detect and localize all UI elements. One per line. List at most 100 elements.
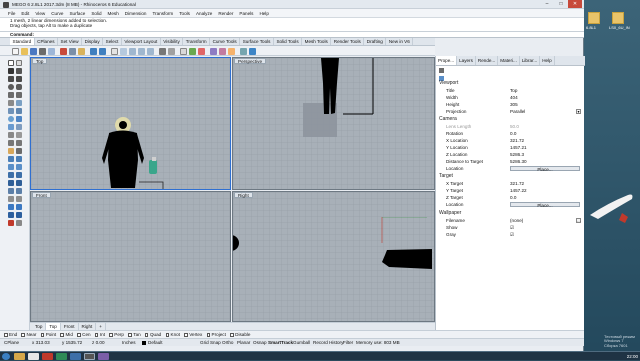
close-button[interactable]: ✕ <box>568 0 582 8</box>
copy-object-icon[interactable] <box>16 156 22 162</box>
prop-value-distance[interactable]: 5286.30 <box>510 158 527 165</box>
zoom-window-icon[interactable] <box>138 47 145 55</box>
panel-tab-rendering[interactable]: Rende... <box>476 56 499 65</box>
status-smarttrack[interactable]: SmartTrack <box>268 339 293 347</box>
prop-value-x-location[interactable]: 321.72 <box>510 137 524 144</box>
tab-solid-tools[interactable]: Solid Tools <box>274 38 303 45</box>
vptab-add[interactable]: + <box>96 323 106 330</box>
viewport-title-front[interactable]: Front <box>32 192 51 198</box>
tab-new-in-v6[interactable]: New in V6 <box>386 38 414 45</box>
status-planar[interactable]: Planar <box>237 339 250 347</box>
rectangle-icon[interactable] <box>8 92 14 98</box>
panel-tab-layers[interactable]: Layers <box>457 56 476 65</box>
checkbox[interactable] <box>184 333 188 337</box>
target-place-button[interactable]: Place... <box>510 201 580 207</box>
undo-icon[interactable] <box>90 47 97 55</box>
browser-taskbar-icon[interactable] <box>28 353 39 360</box>
layer-icon[interactable] <box>189 47 196 55</box>
wallpaper-show-checkbox[interactable]: ☑ <box>510 224 514 231</box>
tab-render-tools[interactable]: Render Tools <box>331 38 365 45</box>
chevron-down-icon[interactable]: ▾ <box>576 109 581 114</box>
options-icon[interactable] <box>240 47 247 55</box>
wallpaper-gray-checkbox[interactable]: ☑ <box>510 231 514 238</box>
tab-set-view[interactable]: Set View <box>58 38 83 45</box>
menu-panels[interactable]: Panels <box>236 9 256 18</box>
checkbox[interactable] <box>60 333 64 337</box>
tab-mesh-tools[interactable]: Mesh Tools <box>302 38 332 45</box>
menu-help[interactable]: Help <box>256 9 271 18</box>
tools-more-icon[interactable] <box>16 220 22 226</box>
save-icon[interactable] <box>30 47 37 55</box>
history-icon[interactable] <box>16 212 22 218</box>
viewport-top[interactable]: Top <box>30 57 231 190</box>
viewport-front[interactable]: Front <box>30 191 231 322</box>
flag-icon[interactable] <box>8 220 14 226</box>
tab-display[interactable]: Display <box>82 38 104 45</box>
maximize-button[interactable]: □ <box>554 0 568 8</box>
start-button-icon[interactable] <box>2 353 10 360</box>
lock-icon[interactable] <box>16 196 22 202</box>
point-icon[interactable] <box>8 68 14 74</box>
material-icon[interactable] <box>219 47 226 55</box>
viewport-perspective[interactable]: Perspective <box>232 57 435 190</box>
zoom-extents-icon[interactable] <box>147 47 154 55</box>
viewport-properties-icon[interactable] <box>439 68 444 73</box>
open-folder-icon[interactable] <box>21 47 28 55</box>
print-icon[interactable] <box>39 47 46 55</box>
block-icon[interactable] <box>16 188 22 194</box>
render-preview-icon[interactable] <box>8 188 14 194</box>
surface-icon[interactable] <box>16 100 22 106</box>
zoom-icon[interactable] <box>129 47 136 55</box>
move-icon[interactable] <box>8 156 14 162</box>
checkbox[interactable] <box>230 333 234 337</box>
four-view-icon[interactable] <box>159 47 166 55</box>
prop-value-y-location[interactable]: 1457.21 <box>510 144 527 151</box>
wallpaper-filename[interactable]: (none) <box>510 217 523 224</box>
tab-visibility[interactable]: Visibility <box>161 38 184 45</box>
cylinder-icon[interactable] <box>16 116 22 122</box>
circle-icon[interactable] <box>8 84 14 90</box>
import-icon[interactable] <box>48 47 55 55</box>
viewport-right[interactable]: Right <box>232 191 435 322</box>
viewport-title-right[interactable]: Right <box>234 192 253 198</box>
vptab-right[interactable]: Right <box>79 323 97 330</box>
prop-value-rotation[interactable]: 0.0 <box>510 130 516 137</box>
app-taskbar-icon[interactable] <box>56 353 67 360</box>
menu-curve[interactable]: Curve <box>48 9 66 18</box>
trim-icon[interactable] <box>16 132 22 138</box>
menu-surface[interactable]: Surface <box>66 9 88 18</box>
checkbox[interactable] <box>109 333 113 337</box>
fillet-icon[interactable] <box>8 132 14 138</box>
panel-tab-help[interactable]: Help <box>540 56 555 65</box>
tab-select[interactable]: Select <box>103 38 122 45</box>
prop-value-title[interactable]: Top <box>510 87 517 94</box>
status-record-history[interactable]: Record History <box>313 339 343 347</box>
arc-icon[interactable] <box>16 84 22 90</box>
status-ortho[interactable]: Ortho <box>222 339 234 347</box>
tab-cplanes[interactable]: CPlanes <box>35 38 59 45</box>
copy-icon[interactable] <box>69 47 76 55</box>
tab-surface-tools[interactable]: Surface Tools <box>240 38 274 45</box>
menu-render[interactable]: Render <box>215 9 236 18</box>
camera-place-button[interactable]: Place... <box>510 165 580 171</box>
menu-tools[interactable]: Tools <box>176 9 193 18</box>
panel-tab-properties[interactable]: Prope... <box>436 56 458 65</box>
folder-icon[interactable] <box>612 12 624 24</box>
polygon-icon[interactable] <box>16 92 22 98</box>
checkbox[interactable] <box>4 333 8 337</box>
hide-icon[interactable] <box>8 196 14 202</box>
text-icon[interactable] <box>8 100 14 106</box>
extrude-icon[interactable] <box>8 108 14 114</box>
properties-tool-icon[interactable] <box>16 204 22 210</box>
cplane-icon[interactable] <box>168 47 175 55</box>
menu-edit[interactable]: Edit <box>18 9 32 18</box>
prop-value-z-target[interactable]: 0.0 <box>510 194 516 201</box>
dimension-icon[interactable] <box>8 180 14 186</box>
status-gumball[interactable]: Gumball <box>293 339 310 347</box>
tab-viewport-layout[interactable]: Viewport Layout <box>122 38 161 45</box>
projection-select[interactable]: Parallel <box>510 108 525 115</box>
tab-curve-tools[interactable]: Curve Tools <box>210 38 241 45</box>
status-grid-snap[interactable]: Grid Snap <box>200 339 221 347</box>
group-icon[interactable] <box>16 148 22 154</box>
checkbox[interactable] <box>40 333 45 337</box>
